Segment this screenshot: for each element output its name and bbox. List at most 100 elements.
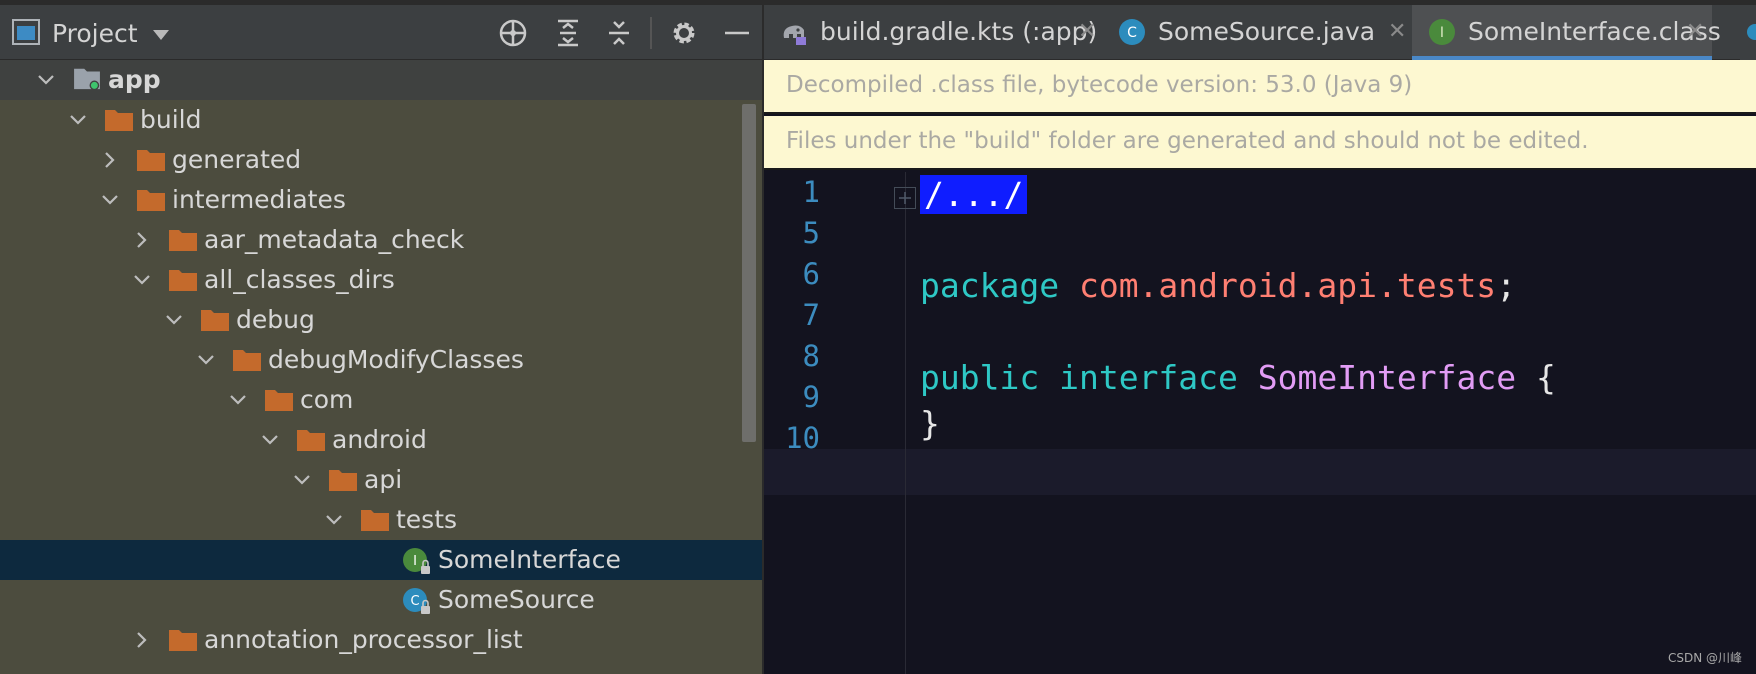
folder-icon — [105, 110, 133, 131]
tree-row-intermediates[interactable]: intermediates — [0, 180, 762, 220]
project-tool-window: Project app build generated intermediate… — [0, 0, 762, 674]
semicolon: ; — [1496, 266, 1517, 305]
tree-row-generated[interactable]: generated — [0, 140, 762, 180]
chevron-right-icon[interactable] — [132, 630, 152, 650]
editor-tab-bar: build.gradle.kts (:app) ✕ C SomeSource.j… — [764, 0, 1756, 60]
tree-row-all-classes-dirs[interactable]: all_classes_dirs — [0, 260, 762, 300]
public-keyword: public — [920, 358, 1040, 397]
close-icon[interactable]: ✕ — [1388, 19, 1406, 44]
tree-row-label: app — [108, 65, 161, 94]
svg-text:C: C — [1127, 25, 1137, 41]
hide-panel-icon[interactable] — [722, 18, 752, 48]
tab-label: SomeInterface.class — [1468, 17, 1721, 46]
tree-row-label: debug — [236, 305, 315, 334]
expand-all-icon[interactable] — [553, 18, 583, 48]
editor-area: build.gradle.kts (:app) ✕ C SomeSource.j… — [764, 0, 1756, 674]
tree-row-android[interactable]: android — [0, 420, 762, 460]
class-icon: C — [403, 588, 430, 614]
tree-row-debugmodifyclasses[interactable]: debugModifyClasses — [0, 340, 762, 380]
line-number: 8 — [802, 339, 820, 373]
tree-row-tests[interactable]: tests — [0, 500, 762, 540]
tree-row-label: tests — [396, 505, 458, 534]
line-number: 7 — [802, 298, 820, 332]
header-separator — [650, 17, 652, 49]
tab-some-source[interactable]: C SomeSource.java ✕ — [1102, 5, 1412, 60]
tree-row-someinterface[interactable]: I SomeInterface — [0, 540, 762, 580]
chevron-down-icon[interactable] — [292, 470, 312, 490]
tab-overflow[interactable] — [1740, 5, 1756, 60]
folder-icon — [169, 270, 197, 291]
package-keyword: package — [920, 266, 1060, 305]
chevron-down-icon[interactable] — [196, 350, 216, 370]
code-line-6: package com.android.api.tests; — [920, 266, 1516, 305]
tab-build-gradle[interactable]: build.gradle.kts (:app) ✕ — [764, 5, 1102, 60]
tree-row-debug[interactable]: debug — [0, 300, 762, 340]
collapse-all-icon[interactable] — [604, 18, 634, 48]
line-number: 10 — [785, 421, 820, 455]
line-number: 5 — [802, 216, 820, 250]
chevron-down-icon[interactable] — [324, 510, 344, 530]
tree-row-build[interactable]: build — [0, 100, 762, 140]
tree-row-label: generated — [172, 145, 302, 174]
folder-icon — [137, 190, 165, 211]
project-window-icon[interactable] — [12, 19, 40, 45]
tree-row-label: com — [300, 385, 354, 414]
folder-icon — [329, 470, 357, 491]
tree-row-label: SomeSource — [438, 585, 595, 614]
folder-icon — [137, 150, 165, 171]
package-name: com.android.api.tests — [1078, 266, 1497, 305]
build-folder-warning-banner: Files under the "build" folder are gener… — [764, 116, 1756, 170]
tree-row-com[interactable]: com — [0, 380, 762, 420]
folded-comment-region[interactable]: /.../ — [920, 175, 1028, 214]
fold-expand-icon[interactable] — [894, 187, 916, 209]
interface-name: SomeInterface — [1257, 358, 1517, 397]
tree-row-label: build — [140, 105, 202, 134]
tree-row-label: SomeInterface — [438, 545, 621, 574]
chevron-down-icon[interactable] — [228, 390, 248, 410]
line-number: 9 — [802, 380, 820, 414]
folder-icon — [201, 310, 229, 331]
svg-text:C: C — [410, 594, 419, 609]
folder-icon — [169, 230, 197, 251]
chevron-down-icon[interactable] — [260, 430, 280, 450]
view-dropdown-icon[interactable] — [152, 29, 170, 41]
tree-row-annotation-processor-list[interactable]: annotation_processor_list — [0, 620, 762, 660]
decompiled-notice-text: Decompiled .class file, bytecode version… — [786, 72, 1413, 98]
tree-row-label: all_classes_dirs — [204, 265, 395, 294]
tree-row-app[interactable]: app — [0, 60, 762, 100]
build-folder-warning-text: Files under the "build" folder are gener… — [786, 128, 1589, 154]
tree-row-somesource[interactable]: C SomeSource — [0, 580, 762, 620]
chevron-down-icon[interactable] — [100, 190, 120, 210]
gradle-elephant-icon — [783, 25, 806, 45]
folder-icon — [233, 350, 261, 371]
interface-icon: I — [403, 548, 430, 574]
tree-row-aar-metadata-check[interactable]: aar_metadata_check — [0, 220, 762, 260]
chevron-down-icon[interactable] — [36, 70, 56, 90]
chevron-down-icon[interactable] — [132, 270, 152, 290]
project-panel-title[interactable]: Project — [52, 19, 138, 48]
line-number: 1 — [802, 175, 820, 209]
chevron-right-icon[interactable] — [132, 230, 152, 250]
tab-some-interface[interactable]: I SomeInterface.class ✕ — [1412, 5, 1721, 60]
chevron-right-icon[interactable] — [100, 150, 120, 170]
locate-file-icon[interactable] — [498, 18, 528, 48]
chevron-down-icon[interactable] — [68, 110, 88, 130]
gear-icon[interactable] — [669, 18, 699, 48]
svg-text:I: I — [413, 554, 417, 569]
close-brace: } — [920, 404, 940, 443]
close-icon[interactable]: ✕ — [1686, 19, 1704, 44]
code-line-9: } — [920, 404, 940, 443]
line-number-gutter[interactable]: 1 5 6 7 8 9 10 — [764, 172, 906, 674]
folder-icon — [169, 630, 197, 651]
chevron-down-icon[interactable] — [164, 310, 184, 330]
folder-icon — [361, 510, 389, 531]
tree-row-label: android — [332, 425, 427, 454]
tree-row-api[interactable]: api — [0, 460, 762, 500]
decompiled-notice-banner: Decompiled .class file, bytecode version… — [764, 60, 1756, 114]
tree-row-label: annotation_processor_list — [204, 625, 523, 654]
tab-label: SomeSource.java — [1158, 17, 1376, 46]
tree-row-label: debugModifyClasses — [268, 345, 524, 374]
tree-scrollbar[interactable] — [742, 104, 756, 442]
watermark: CSDN @川峰 — [1667, 651, 1742, 665]
close-icon[interactable]: ✕ — [1078, 19, 1096, 44]
